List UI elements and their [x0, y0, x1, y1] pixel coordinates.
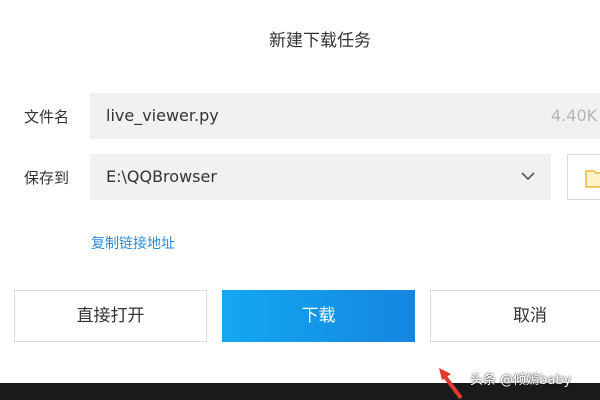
open-directly-button[interactable]: 直接打开 [14, 290, 207, 342]
filename-label: 文件名 [24, 108, 70, 126]
watermark: 头条 @倾嫣baby [470, 373, 572, 388]
save-path-select[interactable]: E:\QQBrowser [90, 154, 551, 200]
file-size: 4.40K [551, 106, 598, 125]
browse-folder-button[interactable] [567, 154, 600, 200]
chevron-down-icon[interactable] [520, 168, 536, 184]
save-path-value: E:\QQBrowser [106, 167, 217, 186]
cancel-button[interactable]: 取消 [430, 290, 600, 342]
folder-icon [585, 170, 600, 188]
red-arrow-icon [439, 368, 463, 400]
download-button[interactable]: 下载 [222, 290, 415, 342]
save-to-label: 保存到 [24, 169, 70, 187]
filename-field[interactable]: live_viewer.py 4.40K [90, 93, 600, 139]
dialog-title: 新建下载任务 [269, 31, 371, 51]
filename-value: live_viewer.py [106, 106, 219, 125]
copy-link-address[interactable]: 复制链接地址 [91, 233, 175, 253]
